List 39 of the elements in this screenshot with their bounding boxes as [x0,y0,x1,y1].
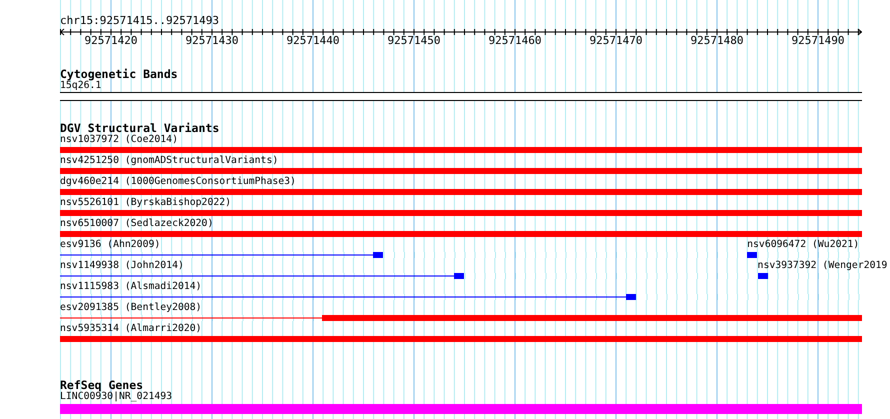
variant-bar[interactable] [60,147,862,153]
ruler-tick-label: 92571460 [488,35,542,46]
feature-label: nsv1037972 (Coe2014) [60,134,178,145]
feature-label: esv2091385 (Bentley2008) [60,302,202,313]
variant-bar[interactable] [60,189,862,195]
ruler-tick-label: 92571420 [84,35,138,46]
variant-bar[interactable] [60,210,862,216]
variant-block[interactable] [747,252,758,258]
variant-block[interactable] [373,252,384,258]
track-title: DGV Structural Variants [60,122,220,134]
feature-label: nsv5935314 (Almarri2020) [60,323,202,334]
variant-bar[interactable] [60,168,862,174]
feature-label: nsv1149938 (John2014) [60,260,184,271]
feature-label: nsv3937392 (Wenger2019 [758,260,888,271]
feature-label: nsv6096472 (Wu2021) [747,239,860,250]
track-title: RefSeq Genes [60,379,144,391]
ruler-tick-label: 92571480 [690,35,744,46]
variant-block[interactable] [454,273,464,279]
ruler-tick-label: 92571470 [590,35,642,46]
variant-bar[interactable] [60,231,862,237]
ruler-tick-label: 92571440 [286,35,340,46]
variant-bar[interactable] [322,315,862,321]
feature-label: 15q26.1 [60,80,102,91]
ruler-tick-label: 92571490 [792,35,844,46]
feature-label: nsv6510007 (Sedlazeck2020) [60,218,214,229]
feature-label: dgv460e214 (1000GenomesConsortiumPhase3) [60,176,296,187]
variant-bar[interactable] [60,336,862,342]
track-title: Cytogenetic Bands [60,68,178,80]
feature-label: nsv1115983 (Alsmadi2014) [60,281,202,292]
feature-label: nsv5526101 (ByrskaBishop2022) [60,197,232,208]
variant-block[interactable] [626,294,636,300]
chromosome-location: chr15:92571415..92571493 [60,15,219,27]
ruler-tick-label: 92571430 [186,35,238,46]
feature-label: esv9136 (Ahn2009) [60,239,160,250]
feature-label: nsv4251250 (gnomADStructuralVariants) [60,155,278,166]
gene-bar[interactable] [60,404,862,414]
feature-label: LINC00930|NR_021493 [60,391,172,402]
ruler-tick-label: 92571450 [388,35,440,46]
variant-block[interactable] [758,273,768,279]
